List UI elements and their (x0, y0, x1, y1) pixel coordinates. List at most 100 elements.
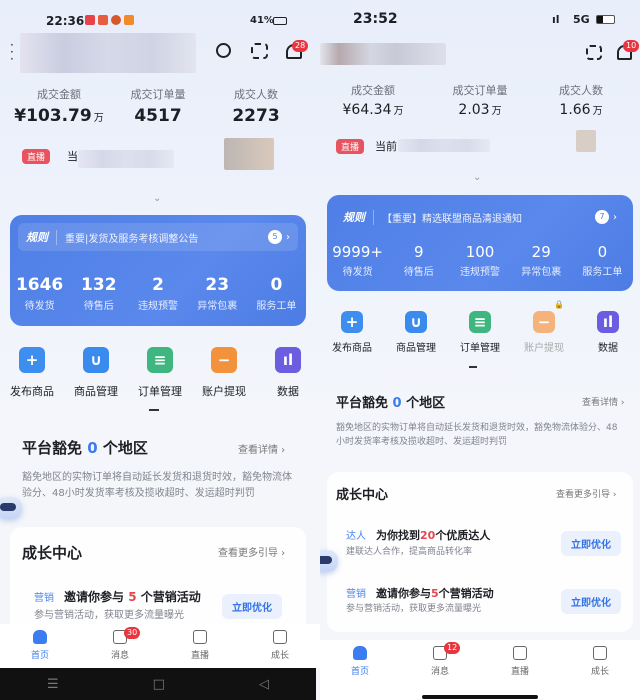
live-thumb-blurred[interactable] (224, 138, 274, 170)
metric-gmv: 成交金额 ¥64.34 万 (342, 84, 404, 118)
tool-orders[interactable]: ≡ 订单管理 (128, 347, 192, 399)
exempt-description: 豁免地区的实物订单将自动延长发货和退货时效，豁免物流体验分、48小时发货率考核及… (336, 423, 618, 447)
live-thumb-blurred[interactable] (576, 130, 596, 152)
bottom-nav: 首页 消息 12 直播 成长 (320, 640, 640, 700)
assistant-robot-icon[interactable] (0, 497, 22, 519)
wallet-icon: − (211, 347, 237, 373)
scan-icon[interactable] (586, 45, 602, 60)
live-text: 当前 (375, 140, 397, 153)
nav-live[interactable]: 直播 (480, 640, 560, 700)
optimize-button[interactable]: 立即优化 (561, 589, 621, 614)
system-nav-bar: ☰ □ ◁ (0, 668, 316, 700)
tool-products[interactable]: ∪ 商品管理 (384, 311, 448, 354)
stat-pending-ship[interactable]: 1646 待发货 (10, 275, 69, 312)
bag-icon: ∪ (405, 311, 427, 333)
live-icon (193, 630, 207, 644)
growth-item[interactable]: 达人 为你找到20个优质达人 (346, 524, 490, 543)
stat-abnormal-package[interactable]: 23 异常包裹 (188, 275, 247, 312)
home-indicator[interactable] (422, 695, 538, 699)
tool-publish[interactable]: + 发布商品 (320, 311, 384, 354)
rule-notice[interactable]: 规则 重要|发货及服务考核调整公告 5 › (18, 223, 298, 251)
exempt-details-link[interactable]: 查看详情 › (238, 441, 285, 456)
chart-icon: ıl (597, 311, 619, 333)
todo-stats: 9999+ 待发货 9 待售后 100 违规预警 29 异常包裹 0 服务工单 (327, 243, 633, 278)
stat-violation[interactable]: 100 违规预警 (449, 243, 510, 278)
expand-chevron-icon[interactable]: ⌄ (153, 193, 161, 204)
home-square-icon[interactable]: □ (153, 677, 165, 692)
status-app-icons (85, 15, 134, 25)
optimize-button[interactable]: 立即优化 (561, 531, 621, 556)
back-icon[interactable]: ◁ (259, 677, 269, 692)
metric-buyers: 成交人数 2273 (232, 88, 280, 126)
live-badge: 直播 (22, 149, 51, 164)
messages-badge: 30 (124, 627, 141, 639)
stat-after-sale[interactable]: 9 待售后 (388, 243, 449, 278)
bottom-nav: 首页 消息 30 直播 成长 (0, 624, 320, 668)
order-icon: ≡ (147, 347, 173, 373)
assistant-robot-icon[interactable] (320, 550, 338, 572)
scan-icon[interactable] (251, 43, 268, 59)
rule-notice[interactable]: 规则 【重要】精选联盟商品清退通知 7 › (335, 203, 625, 231)
phone-screen-right: 23:52 ıl 5G 10 成交金额 ¥64.34 万 成交订单量 2.03 万 成交… (320, 0, 640, 700)
tool-data[interactable]: ıl 数据 (576, 311, 640, 354)
growth-item-sub: 建联达人合作，提高商品转化率 (346, 547, 473, 557)
exempt-description: 豁免地区的实物订单将自动延长发货和退货时效，豁免物流体验分、48小时发货率考核及… (22, 472, 292, 499)
live-icon (513, 646, 527, 660)
stat-service-ticket[interactable]: 0 服务工单 (247, 275, 306, 312)
live-blurred (398, 139, 490, 152)
todo-card: 规则 【重要】精选联盟商品清退通知 7 › 9999+ 待发货 9 待售后 100 违规预警… (327, 195, 633, 291)
metric-orders: 成交订单量 2.03 万 (452, 84, 508, 118)
tool-data[interactable]: ıl 数据 (256, 347, 320, 399)
plus-icon: + (341, 311, 363, 333)
growth-item[interactable]: 营销 邀请你参与 5 个营销活动 (34, 586, 201, 605)
nav-messages[interactable]: 消息 12 (400, 640, 480, 700)
tool-withdraw[interactable]: − 账户提现 (512, 311, 576, 354)
exempt-details-link[interactable]: 查看详情 › (582, 395, 624, 408)
metric-buyers: 成交人数 1.66 万 (559, 84, 603, 118)
nav-home[interactable]: 首页 (320, 640, 400, 700)
status-time: 23:52 (353, 11, 398, 27)
growth-title: 成长中心 (22, 544, 83, 562)
stat-pending-ship[interactable]: 9999+ 待发货 (327, 243, 388, 278)
home-icon (353, 646, 367, 660)
growth-more-link[interactable]: 查看更多引导 › (218, 544, 285, 559)
live-badge: 直播 (336, 139, 365, 154)
wallet-icon: − (533, 311, 555, 333)
metric-orders: 成交订单量 4517 (130, 88, 186, 126)
signal-icon: ıl (552, 13, 560, 26)
page-indicator (469, 366, 477, 368)
network-type: 5G (573, 13, 590, 26)
order-icon: ≡ (469, 311, 491, 333)
live-text: 当 (67, 150, 78, 163)
stat-service-ticket[interactable]: 0 服务工单 (572, 243, 633, 278)
growth-more-link[interactable]: 查看更多引导 › (556, 487, 616, 500)
stat-after-sale[interactable]: 132 待售后 (69, 275, 128, 312)
more-dots-icon[interactable]: · · · (10, 39, 14, 65)
menu-icon[interactable]: ☰ (47, 677, 59, 692)
nav-messages[interactable]: 消息 30 (80, 624, 160, 668)
page-indicator (149, 409, 159, 411)
tool-products[interactable]: ∪ 商品管理 (64, 347, 128, 399)
expand-chevron-icon[interactable]: ⌄ (473, 172, 481, 183)
tool-publish[interactable]: + 发布商品 (0, 347, 64, 399)
stat-abnormal-package[interactable]: 29 异常包裹 (511, 243, 572, 278)
nav-growth[interactable]: 成长 (560, 640, 640, 700)
stat-violation[interactable]: 2 违规预警 (128, 275, 187, 312)
nav-live[interactable]: 直播 (160, 624, 240, 668)
live-blurred (78, 150, 174, 168)
phone-screen-left: 22:36 41% · · · 28 成交金额 ¥103.79 万 成交订单量 4517 … (0, 0, 320, 700)
battery-icon (273, 17, 287, 25)
nav-growth[interactable]: 成长 (240, 624, 320, 668)
nav-home[interactable]: 首页 (0, 624, 80, 668)
growth-item-sub: 参与营销活动，获取更多流量曝光 (34, 610, 184, 621)
tool-orders[interactable]: ≡ 订单管理 (448, 311, 512, 354)
home-icon (33, 630, 47, 644)
growth-icon (273, 630, 287, 644)
growth-item[interactable]: 营销 邀请你参与5个营销活动 (346, 582, 494, 601)
battery-icon (596, 15, 615, 24)
shop-name-blurred (20, 33, 196, 73)
search-icon[interactable] (216, 43, 231, 58)
tool-withdraw[interactable]: − 账户提现 (192, 347, 256, 399)
tools-row: + 发布商品 ∪ 商品管理 ≡ 订单管理 − 账户提现 ıl 数据 (0, 347, 320, 399)
optimize-button[interactable]: 立即优化 (222, 594, 282, 619)
